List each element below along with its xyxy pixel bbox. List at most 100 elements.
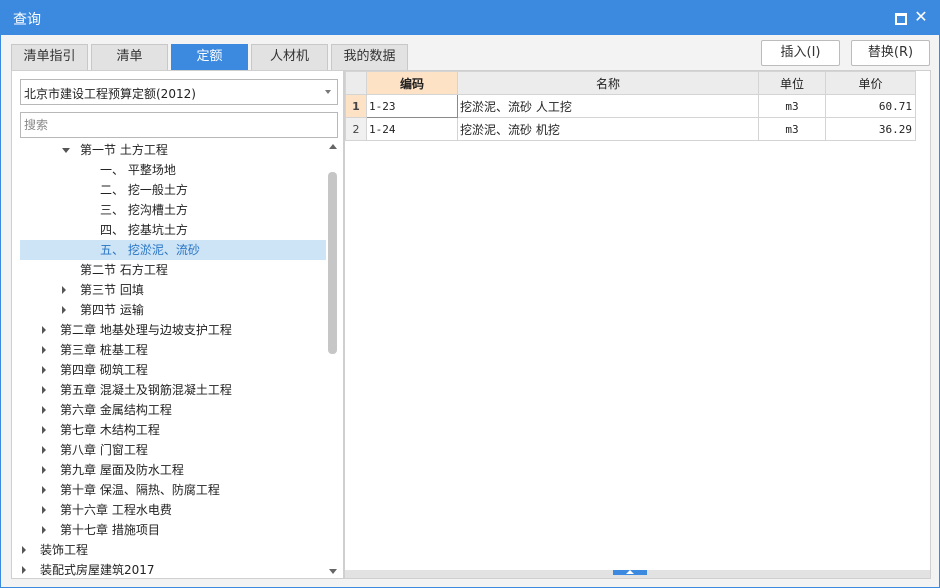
tab-my-data[interactable]: 我的数据 [331,44,408,70]
tree-item-label: 第四章 砌筑工程 [60,363,148,377]
tree-item-label: 第二章 地基处理与边坡支护工程 [60,323,232,337]
maximize-icon[interactable] [893,10,907,25]
quota-tree: 第一节 土方工程一、 平整场地 二、 挖一般土方 三、 挖沟槽土方四、 挖基坑土方五… [20,140,326,578]
tree-item-label: 二、 挖一般土方 [100,183,188,197]
cell-code[interactable]: 1-24 [366,117,458,141]
close-icon[interactable]: ✕ [914,9,928,25]
tree-item[interactable]: 第五章 混凝土及钢筋混凝土工程 [20,380,326,400]
tree-item-label: 装饰工程 [40,543,89,557]
tree-item-label: 第六章 金属结构工程 [60,403,172,417]
tab-list[interactable]: 清单 [91,44,168,70]
row-number[interactable]: 1 [345,94,367,118]
insert-button[interactable]: 插入(I) [761,40,840,66]
chevron-down-icon [325,90,331,94]
title-bar[interactable]: 查询 ✕ [1,1,939,35]
tree-item[interactable]: 第七章 木结构工程 [20,420,326,440]
collapse-triangle-icon[interactable] [42,366,46,374]
tree-item[interactable]: 第十章 保温、隔热、防腐工程 [20,480,326,500]
tree-item[interactable]: 第九章 屋面及防水工程 [20,460,326,480]
tab-list-guide[interactable]: 清单指引 [11,44,88,70]
tree-item[interactable]: 第十六章 工程水电费 [20,500,326,520]
tree-item[interactable]: 装饰工程 [20,540,326,560]
tree-item-label: 第八章 门窗工程 [60,443,148,457]
table-row[interactable]: 1 1-23 挖淤泥、流砂 人工挖 m3 60.71 [345,94,916,118]
cell-unit[interactable]: m3 [758,117,826,141]
tree-item[interactable]: 二、 挖一般土方 [20,180,326,200]
tree-item-label: 第三章 桩基工程 [60,343,148,357]
cell-name[interactable]: 挖淤泥、流砂 机挖 [457,117,759,141]
collapse-triangle-icon[interactable] [62,306,66,314]
tree-item[interactable]: 第十七章 措施项目 [20,520,326,540]
quota-library-value: 北京市建设工程预算定额(2012) [24,87,196,101]
collapse-triangle-icon[interactable] [42,506,46,514]
cell-code[interactable]: 1-23 [366,94,458,118]
tab-labor-material-machine[interactable]: 人材机 [251,44,328,70]
collapse-triangle-icon[interactable] [42,526,46,534]
column-header-name[interactable]: 名称 [457,71,759,95]
quota-grid: 编码 名称 单位 单价 1 1-23 挖淤泥、流砂 人工挖 m3 60.71 2… [345,71,916,141]
tree-item-label: 第九章 屋面及防水工程 [60,463,184,477]
tree-item[interactable]: 第二章 地基处理与边坡支护工程 [20,320,326,340]
quota-tree-panel: 北京市建设工程预算定额(2012) 第一节 土方工程一、 平整场地二、 挖一般土… [11,70,344,579]
tree-item[interactable]: 第一节 土方工程 [20,140,326,160]
tree-item-label: 第二节 石方工程 [80,263,168,277]
tree-scrollbar[interactable] [327,140,338,578]
collapse-triangle-icon[interactable] [42,346,46,354]
collapse-triangle-icon[interactable] [42,406,46,414]
tree-item[interactable]: 第四章 砌筑工程 [20,360,326,380]
cell-unit[interactable]: m3 [758,94,826,118]
tree-item[interactable]: 第六章 金属结构工程 [20,400,326,420]
row-number-header [345,71,367,95]
tree-item-label: 三、 挖沟槽土方 [100,203,188,217]
tree-item[interactable]: 第八章 门窗工程 [20,440,326,460]
collapse-triangle-icon[interactable] [62,286,66,294]
column-header-price[interactable]: 单价 [825,71,916,95]
tree-item-label: 第七章 木结构工程 [60,423,160,437]
collapse-triangle-icon[interactable] [22,566,26,574]
tree-item-label: 五、 挖淤泥、流砂 [100,243,200,257]
panel-splitter[interactable] [345,570,930,578]
collapse-triangle-icon[interactable] [42,426,46,434]
tree-item-label: 第一节 土方工程 [80,143,168,157]
row-number[interactable]: 2 [345,117,367,141]
tab-quota[interactable]: 定额 [171,44,248,70]
tree-item[interactable]: 第三节 回填 [20,280,326,300]
tree-item-label: 第三节 回填 [80,283,144,297]
tree-item[interactable]: 五、 挖淤泥、流砂 [20,240,326,260]
tree-item[interactable]: 四、 挖基坑土方 [20,220,326,240]
scroll-up-icon[interactable] [329,144,337,149]
replace-button[interactable]: 替换(R) [851,40,930,66]
quota-grid-panel: 编码 名称 单位 单价 1 1-23 挖淤泥、流砂 人工挖 m3 60.71 2… [344,70,931,579]
tree-item[interactable]: 第二节 石方工程 [20,260,326,280]
query-window: 查询 ✕ 清单指引 清单 定额 人材机 我的数据 插入(I) 替换(R) 北京市… [0,0,940,588]
tree-item-label: 第五章 混凝土及钢筋混凝土工程 [60,383,232,397]
table-row[interactable]: 2 1-24 挖淤泥、流砂 机挖 m3 36.29 [345,117,916,141]
tree-item[interactable]: 第三章 桩基工程 [20,340,326,360]
tree-item[interactable]: 第四节 运输 [20,300,326,320]
tree-item[interactable]: 装配式房屋建筑2017 [20,560,326,578]
collapse-triangle-icon[interactable] [42,386,46,394]
chevron-up-icon[interactable] [613,570,647,575]
cell-price[interactable]: 36.29 [825,117,916,141]
cell-price[interactable]: 60.71 [825,94,916,118]
collapse-triangle-icon[interactable] [22,546,26,554]
tree-item-label: 装配式房屋建筑2017 [40,563,155,577]
collapse-triangle-icon[interactable] [42,446,46,454]
search-input[interactable] [20,112,338,138]
tree-item-label: 第十六章 工程水电费 [60,503,172,517]
quota-library-select[interactable]: 北京市建设工程预算定额(2012) [20,79,338,105]
tree-item[interactable]: 一、 平整场地 [20,160,326,180]
tree-item-label: 一、 平整场地 [100,163,176,177]
collapse-triangle-icon[interactable] [42,466,46,474]
expand-triangle-icon[interactable] [62,148,70,153]
column-header-unit[interactable]: 单位 [758,71,826,95]
window-title: 查询 [13,12,41,28]
grid-header-row: 编码 名称 单位 单价 [345,71,916,95]
tree-item[interactable]: 三、 挖沟槽土方 [20,200,326,220]
column-header-code[interactable]: 编码 [366,71,458,95]
scrollbar-thumb[interactable] [328,172,337,354]
collapse-triangle-icon[interactable] [42,486,46,494]
cell-name[interactable]: 挖淤泥、流砂 人工挖 [457,94,759,118]
collapse-triangle-icon[interactable] [42,326,46,334]
scroll-down-icon[interactable] [329,569,337,574]
